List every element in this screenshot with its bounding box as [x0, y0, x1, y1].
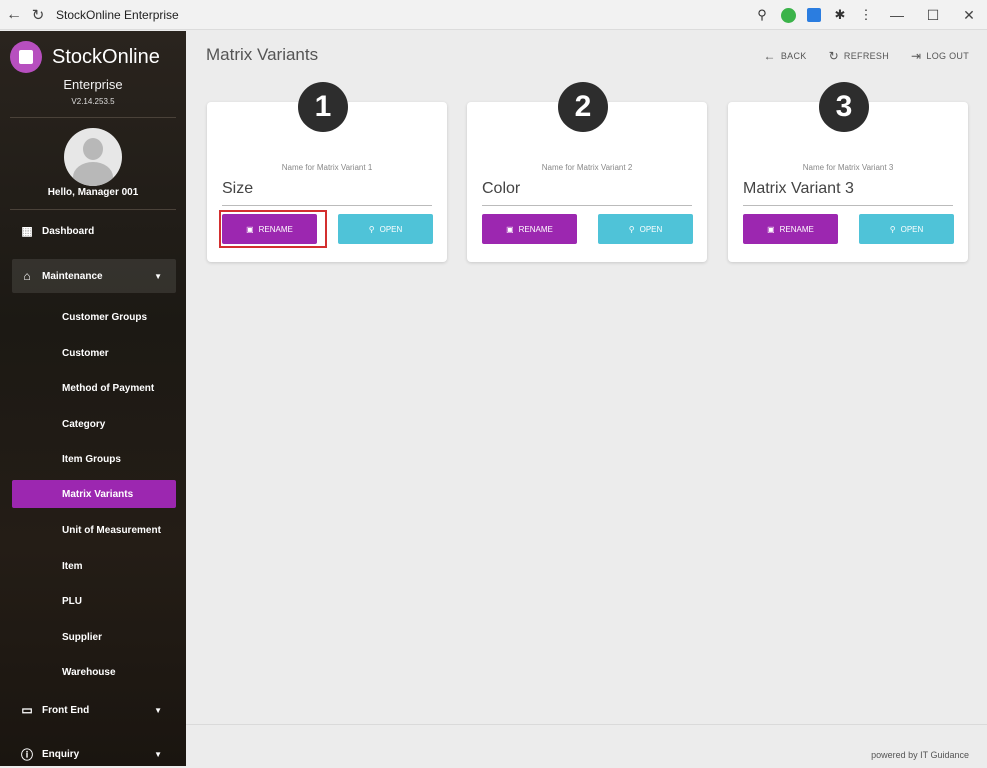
extensions-puzzle-icon[interactable]: ✱ — [827, 0, 853, 30]
back-label: BACK — [780, 51, 807, 61]
divider — [10, 209, 176, 210]
search-icon: ⚲ — [889, 224, 896, 234]
maximize-button[interactable]: ☐ — [915, 0, 951, 30]
sidebar-item-unit-of-measurement[interactable]: Unit of Measurement — [12, 516, 176, 544]
rename-label: RENAME — [779, 224, 814, 234]
save-icon: ▣ — [506, 224, 514, 234]
refresh-button[interactable]: ↻ REFRESH — [829, 49, 889, 63]
step-badge: 3 — [819, 82, 869, 132]
brand-name: StockOnline — [52, 45, 160, 68]
browser-toolbar-right: ⚲ ✱ ⋮ — ☐ ✕ — [749, 0, 987, 30]
minimize-button[interactable]: — — [879, 0, 915, 30]
sidebar-item-item[interactable]: Item — [12, 552, 176, 580]
monitor-icon: ▭ — [21, 703, 33, 717]
sidebar-item-supplier[interactable]: Supplier — [12, 623, 176, 651]
rename-label: RENAME — [518, 224, 553, 234]
avatar — [64, 128, 122, 186]
open-button[interactable]: ⚲ OPEN — [859, 214, 954, 244]
logout-button[interactable]: ⇥ LOG OUT — [911, 49, 969, 63]
brand-version: V2.14.253.5 — [71, 97, 115, 106]
variant-name-label: Name for Matrix Variant 2 — [541, 163, 633, 172]
rename-button[interactable]: ▣ RENAME — [743, 214, 838, 244]
nav-maintenance[interactable]: ⌂ Maintenance ▼ — [12, 259, 176, 293]
nav-dashboard-label: Dashboard — [42, 225, 95, 237]
nav-dashboard[interactable]: ▦ Dashboard — [12, 217, 176, 245]
sidebar-item-category[interactable]: Category — [12, 410, 176, 438]
page-title: Matrix Variants — [206, 45, 319, 64]
search-icon: ⚲ — [368, 224, 375, 234]
sidebar-item-item-groups[interactable]: Item Groups — [12, 445, 176, 473]
brand-subtitle: Enterprise — [63, 77, 123, 92]
step-badge: 2 — [558, 82, 608, 132]
variant-name-field[interactable]: Size — [222, 180, 432, 206]
info-icon: ⓘ — [20, 747, 33, 762]
open-label: OPEN — [900, 224, 924, 234]
user-greeting: Hello, Manager 001 — [47, 187, 139, 198]
logout-label: LOG OUT — [926, 51, 969, 61]
rename-label: RENAME — [258, 224, 293, 234]
menu-kebab-icon[interactable]: ⋮ — [853, 0, 879, 30]
browser-titlebar: ← ↻ StockOnline Enterprise ⚲ ✱ ⋮ — ☐ ✕ — [0, 0, 987, 30]
back-button[interactable]: ← BACK — [764, 49, 807, 63]
nav-front-end-label: Front End — [42, 704, 90, 716]
divider — [10, 117, 176, 118]
window-title: StockOnline Enterprise — [56, 7, 179, 22]
footer-credit: powered by IT Guidance — [871, 750, 969, 760]
open-button[interactable]: ⚲ OPEN — [598, 214, 693, 244]
save-icon: ▣ — [246, 224, 254, 234]
caret-down-icon: ▼ — [154, 749, 162, 759]
extension-green-icon[interactable] — [775, 0, 801, 30]
sidebar-item-customer[interactable]: Customer — [12, 339, 176, 367]
extension-blue-icon[interactable] — [801, 0, 827, 30]
step-badge: 1 — [298, 82, 348, 132]
brand: StockOnline — [10, 41, 160, 73]
close-button[interactable]: ✕ — [951, 0, 987, 30]
caret-down-icon: ▼ — [154, 705, 162, 715]
rename-button[interactable]: ▣ RENAME — [222, 214, 317, 244]
refresh-label: REFRESH — [843, 51, 890, 61]
matrix-variant-card-1: 1 Name for Matrix Variant 1 Size ▣ RENAME… — [207, 82, 447, 262]
logout-icon: ⇥ — [911, 49, 922, 63]
sidebar-item-matrix-variants[interactable]: Matrix Variants — [12, 480, 176, 508]
search-icon: ⚲ — [628, 224, 635, 234]
open-label: OPEN — [379, 224, 403, 234]
matrix-variant-card-3: 3 Name for Matrix Variant 3 Matrix Varia… — [728, 82, 968, 262]
variant-name-label: Name for Matrix Variant 1 — [281, 163, 373, 172]
sidebar-item-plu[interactable]: PLU — [12, 587, 176, 615]
save-icon: ▣ — [767, 224, 775, 234]
open-button[interactable]: ⚲ OPEN — [338, 214, 433, 244]
variant-name-field[interactable]: Color — [482, 180, 692, 206]
dashboard-icon: ▦ — [21, 224, 33, 238]
rename-button[interactable]: ▣ RENAME — [482, 214, 577, 244]
open-label: OPEN — [639, 224, 663, 234]
refresh-icon: ↻ — [828, 49, 839, 63]
nav-maintenance-label: Maintenance — [42, 270, 103, 282]
home-icon: ⌂ — [23, 269, 31, 283]
sidebar-item-customer-groups[interactable]: Customer Groups — [12, 303, 176, 331]
sidebar-item-method-of-payment[interactable]: Method of Payment — [12, 374, 176, 402]
caret-down-icon: ▼ — [154, 271, 162, 281]
zoom-icon[interactable]: ⚲ — [749, 0, 775, 30]
header-actions: ← BACK ↻ REFRESH ⇥ LOG OUT — [764, 49, 969, 63]
back-arrow-icon[interactable]: ← — [0, 6, 28, 24]
main-content: Matrix Variants ← BACK ↻ REFRESH ⇥ LOG OUT … — [186, 31, 987, 766]
nav-enquiry-label: Enquiry — [42, 748, 80, 760]
brand-logo-icon — [10, 41, 42, 73]
sidebar-item-warehouse[interactable]: Warehouse — [12, 658, 176, 686]
matrix-variant-card-2: 2 Name for Matrix Variant 2 Color ▣ RENAM… — [467, 82, 707, 262]
sidebar: StockOnline Enterprise V2.14.253.5 Hello… — [0, 31, 186, 766]
nav-enquiry[interactable]: ⓘ Enquiry ▼ — [12, 740, 176, 768]
arrow-left-icon: ← — [763, 49, 776, 63]
footer: powered by IT Guidance — [186, 724, 987, 766]
variant-name-field[interactable]: Matrix Variant 3 — [743, 180, 953, 206]
nav-front-end[interactable]: ▭ Front End ▼ — [12, 696, 176, 724]
reload-icon[interactable]: ↻ — [28, 6, 48, 24]
variant-name-label: Name for Matrix Variant 3 — [802, 163, 894, 172]
